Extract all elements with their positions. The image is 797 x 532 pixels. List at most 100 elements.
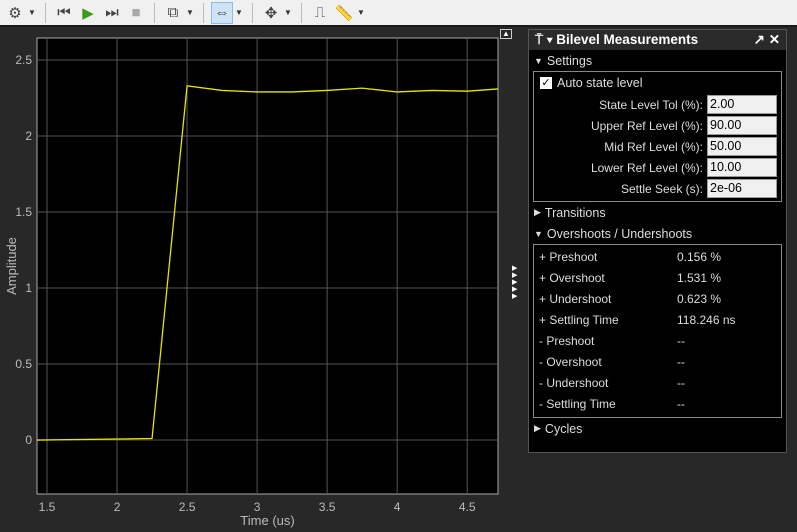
x-tick-label: 4: [394, 500, 401, 514]
measurement-value: 118.246 ns: [677, 312, 736, 327]
cycles-section-toggle[interactable]: ▶ Cycles: [529, 418, 786, 439]
measurement-value: --: [677, 354, 685, 369]
x-tick-label: 2.5: [179, 500, 196, 514]
measurements-box: + Preshoot 0.156 % + Overshoot 1.531 % + Und…: [533, 244, 782, 418]
step-forward-icon: ⏭: [105, 4, 119, 21]
expanded-triangle-icon: ▼: [534, 228, 543, 239]
collapse-panel-arrows-icon[interactable]: ▶ ▶ ▶ ▶ ▶: [512, 265, 517, 300]
zoom-x-icon: ⇔: [214, 4, 230, 21]
undock-panel-icon[interactable]: ↗: [754, 32, 765, 47]
y-tick-label: 2.5: [15, 53, 32, 67]
settings-gear-icon: ⚙: [8, 4, 22, 22]
settle-seek-input[interactable]: 2e-06: [707, 179, 777, 198]
setting-label: Settle Seek (s):: [620, 181, 703, 196]
setting-row: Mid Ref Level (%): 50.00: [534, 136, 781, 157]
y-tick-label: 2: [25, 129, 32, 143]
settings-section-toggle[interactable]: ▼ Settings: [529, 50, 786, 71]
step-forward-button[interactable]: ⏭: [101, 2, 123, 24]
y-tick-label: 0: [25, 433, 32, 447]
auto-state-level-label: Auto state level: [557, 76, 643, 90]
undock-icon[interactable]: ▲: [500, 29, 512, 39]
setting-label: Upper Ref Level (%):: [590, 118, 703, 133]
dropdown-arrow-icon[interactable]: ▼: [357, 8, 367, 17]
panel-title: Bilevel Measurements: [556, 32, 699, 47]
transitions-section-toggle[interactable]: ▶ Transitions: [529, 202, 786, 223]
cycles-label: Cycles: [544, 421, 583, 436]
auto-state-level-checkbox[interactable]: ✓ Auto state level: [534, 72, 781, 94]
measurements-ruler-icon: 📏: [334, 4, 354, 22]
scale-axes-button[interactable]: ✥: [260, 2, 282, 24]
transitions-label: Transitions: [544, 205, 606, 220]
dropdown-arrow-icon[interactable]: ▼: [186, 8, 196, 17]
y-tick-label: 1.5: [15, 205, 32, 219]
step-back-button[interactable]: ⏮: [53, 2, 75, 24]
measurement-value: --: [677, 333, 685, 348]
lower-ref-level-input[interactable]: 10.00: [707, 158, 777, 177]
bilevel-measurements-panel: ⍑ ▾ Bilevel Measurements ↗ ✕ ▼ Settings ✓…: [528, 29, 787, 453]
toolbar-separator: [203, 2, 204, 23]
upper-ref-level-input[interactable]: 90.00: [707, 116, 777, 135]
dropdown-arrow-icon[interactable]: ▼: [235, 8, 245, 17]
plot-background: [36, 37, 499, 495]
measurement-name: - Overshoot: [539, 354, 602, 369]
measurement-name: - Undershoot: [539, 375, 609, 390]
collapsed-triangle-icon: ▶: [534, 423, 541, 433]
overshoots-section-toggle[interactable]: ▼ Overshoots / Undershoots: [529, 223, 786, 244]
measurements-ruler-button[interactable]: 📏: [333, 2, 355, 24]
measurement-value: --: [677, 396, 685, 411]
triggers-button[interactable]: ⎍: [309, 2, 331, 24]
setting-row: Settle Seek (s): 2e-06: [534, 178, 781, 199]
stop-icon: ■: [131, 4, 141, 21]
stop-button[interactable]: ■: [125, 2, 147, 24]
dropdown-arrow-icon[interactable]: ▼: [28, 8, 38, 17]
setting-label: Lower Ref Level (%):: [590, 160, 703, 175]
signal-selector-icon: ⧉: [167, 4, 179, 21]
step-back-icon: ⏮: [57, 4, 71, 21]
y-tick-label: 0.5: [15, 357, 32, 371]
measurement-row: - Undershoot --: [534, 372, 781, 393]
setting-label: Mid Ref Level (%):: [604, 139, 703, 154]
settings-gear-button[interactable]: ⚙: [4, 2, 26, 24]
y-axis-label: Amplitude: [4, 237, 19, 295]
close-icon[interactable]: ✕: [769, 32, 780, 47]
x-tick-label: 4.5: [459, 500, 476, 514]
overshoots-label: Overshoots / Undershoots: [546, 226, 693, 241]
measurement-value: 0.623 %: [677, 291, 722, 306]
x-tick-label: 2: [114, 500, 121, 514]
toolbar-separator: [252, 2, 253, 23]
toolbar-separator: [301, 2, 302, 23]
pin-icon[interactable]: ⍑ ▾: [535, 32, 556, 47]
run-button[interactable]: ▶: [77, 2, 99, 24]
measurement-row: - Settling Time --: [534, 393, 781, 414]
scale-axes-icon: ✥: [264, 4, 278, 22]
measurement-name: + Undershoot: [539, 291, 612, 306]
measurement-name: + Preshoot: [539, 249, 598, 264]
measurement-row: + Overshoot 1.531 %: [534, 267, 781, 288]
y-tick-label: 1: [25, 281, 32, 295]
measurement-row: + Preshoot 0.156 %: [534, 246, 781, 267]
run-icon: ▶: [82, 4, 94, 22]
toolbar-separator: [154, 2, 155, 23]
plot-axes[interactable]: 1.5 2 2.5 3 3.5 4 4.5 0 0.5 1 1.5 2 2.5 Time (us) Ampl…: [0, 29, 520, 532]
state-level-tol-input[interactable]: 2.00: [707, 95, 777, 114]
setting-row: Upper Ref Level (%): 90.00: [534, 115, 781, 136]
x-tick-label: 3: [254, 500, 261, 514]
measurement-name: - Preshoot: [539, 333, 595, 348]
toolbar-separator: [45, 2, 46, 23]
dropdown-arrow-icon[interactable]: ▼: [284, 8, 294, 17]
measurement-value: 0.156 %: [677, 249, 722, 264]
zoom-x-button[interactable]: ⇔: [211, 1, 233, 24]
measurement-row: - Preshoot --: [534, 330, 781, 351]
measurement-value: 1.531 %: [677, 270, 722, 285]
measurement-value: --: [677, 375, 685, 390]
measurement-row: + Undershoot 0.623 %: [534, 288, 781, 309]
setting-row: State Level Tol (%): 2.00: [534, 94, 781, 115]
mid-ref-level-input[interactable]: 50.00: [707, 137, 777, 156]
measurement-name: + Overshoot: [539, 270, 605, 285]
settings-box: ✓ Auto state level State Level Tol (%): 2.…: [533, 71, 782, 202]
x-tick-label: 3.5: [319, 500, 336, 514]
checkbox-checked-icon: ✓: [540, 77, 552, 89]
setting-row: Lower Ref Level (%): 10.00: [534, 157, 781, 178]
signal-selector-button[interactable]: ⧉: [162, 2, 184, 24]
measurement-name: + Settling Time: [539, 312, 619, 327]
